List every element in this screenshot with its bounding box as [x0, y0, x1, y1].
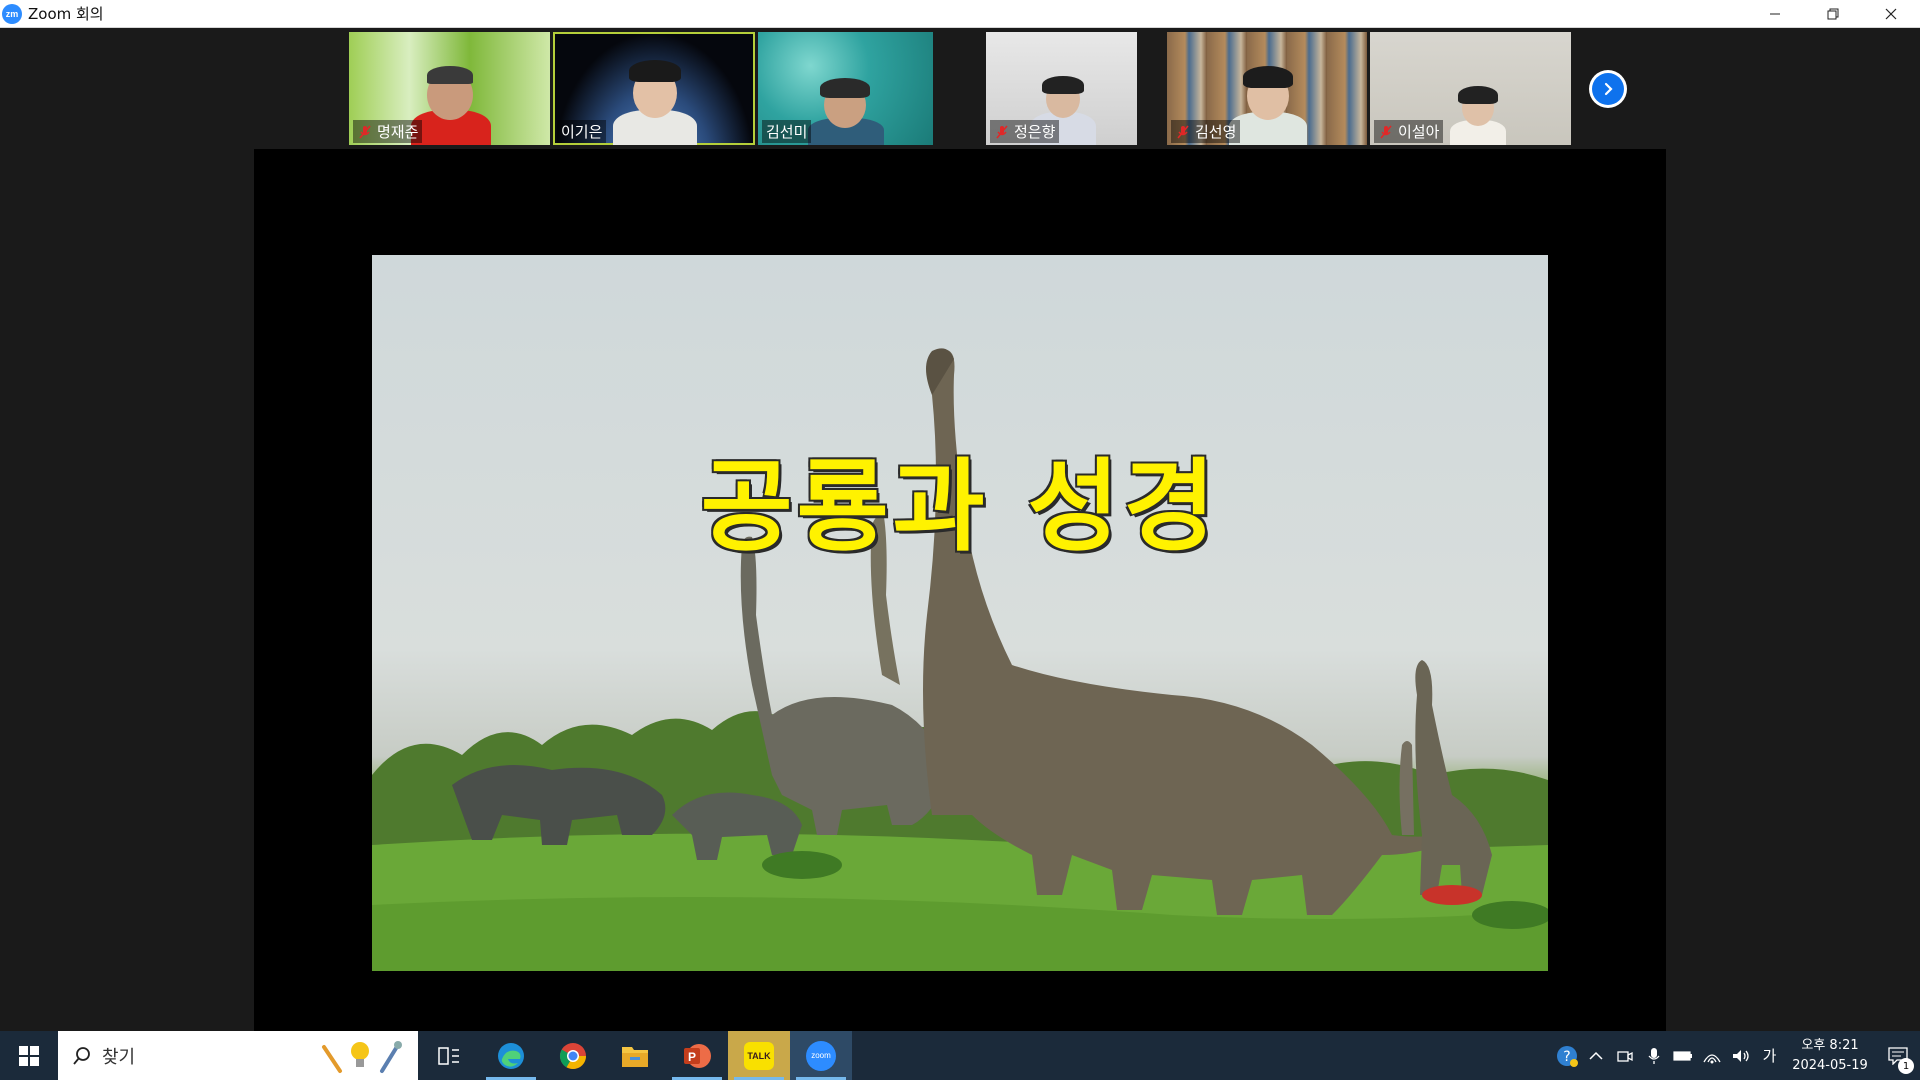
zoom-taskbar-button[interactable]: zoom: [790, 1031, 852, 1080]
participant-name-label: 이설아: [1374, 120, 1444, 143]
restore-icon: [1827, 8, 1839, 20]
camera-icon: [1616, 1050, 1633, 1062]
microphone-icon: [1648, 1047, 1659, 1064]
minimize-button[interactable]: [1746, 0, 1804, 28]
muted-mic-icon: [996, 124, 1008, 139]
participant-tile[interactable]: 김선미: [758, 32, 933, 145]
help-icon: ?: [1556, 1045, 1578, 1067]
restore-button[interactable]: [1804, 0, 1862, 28]
notification-center-button[interactable]: 1: [1876, 1031, 1920, 1080]
help-tray-button[interactable]: ?: [1552, 1031, 1581, 1080]
kakaotalk-icon: TALK: [744, 1041, 774, 1070]
edge-taskbar-button[interactable]: [480, 1031, 542, 1080]
task-view-icon: [438, 1046, 459, 1065]
zoom-label: zoom: [811, 1051, 831, 1060]
clock-date: 2024-05-19: [1792, 1057, 1868, 1073]
zoom-app-icon: zm: [2, 3, 22, 24]
system-tray: ? 가 오후 8:21 2024-05-19 1: [1552, 1031, 1920, 1080]
muted-mic-icon: [1380, 124, 1392, 139]
participant-name-label: 김선영: [1171, 120, 1241, 143]
participant-tile[interactable]: 정은향: [986, 32, 1137, 145]
participant-name: 김선영: [1195, 123, 1237, 141]
battery-icon: [1672, 1050, 1692, 1061]
task-view-button[interactable]: [418, 1031, 480, 1080]
participant-name-label: 명재준: [353, 120, 423, 143]
clock-time: 오후 8:21: [1801, 1037, 1859, 1053]
file-explorer-taskbar-button[interactable]: [604, 1031, 666, 1080]
file-explorer-icon: [622, 1046, 648, 1067]
slide-title: 공룡과 성경: [700, 448, 1220, 565]
participant-name-label: 김선미: [762, 120, 812, 143]
shared-screen: 공룡과 성경: [254, 149, 1666, 1031]
chevron-up-icon: [1588, 1051, 1603, 1060]
wifi-icon: [1702, 1053, 1721, 1063]
notification-count-badge: 1: [1898, 1058, 1914, 1074]
start-button[interactable]: [0, 1031, 58, 1080]
powerpoint-taskbar-button[interactable]: P: [666, 1031, 728, 1080]
windows-logo-icon: [19, 1045, 39, 1066]
svg-text:P: P: [688, 1050, 696, 1064]
participant-name: 이설아: [1398, 123, 1440, 141]
input-method-indicator[interactable]: 가: [1755, 1031, 1784, 1080]
next-page-circle: [1592, 73, 1624, 105]
participant-name: 명재준: [377, 123, 419, 141]
muted-mic-icon: [359, 124, 371, 139]
taskbar-clock[interactable]: 오후 8:21 2024-05-19: [1784, 1031, 1876, 1080]
close-icon: [1885, 8, 1897, 20]
microphone-tray-button[interactable]: [1639, 1031, 1668, 1080]
volume-icon: [1732, 1049, 1749, 1062]
dinosaur-park-image: [372, 348, 1548, 971]
kakaotalk-taskbar-button[interactable]: TALK: [728, 1031, 790, 1080]
participant-tile-active-speaker[interactable]: 이기은: [553, 32, 755, 145]
participant-hair: [1042, 76, 1084, 94]
search-highlight-doodle-icon: [322, 1041, 402, 1073]
window-controls: [1746, 0, 1920, 28]
meeting-area: 명재준 이기은 김선미 정은향 김선영 이설아 공룡과 성경: [0, 28, 1920, 1031]
participant-name: 정은향: [1014, 123, 1056, 141]
muted-mic-icon: [1177, 124, 1189, 139]
search-icon: [73, 1046, 90, 1065]
participant-hair: [1458, 86, 1498, 104]
meet-now-tray-button[interactable]: [1610, 1031, 1639, 1080]
participant-tile[interactable]: 명재준: [349, 32, 550, 145]
window-title: Zoom 회의: [28, 5, 104, 23]
powerpoint-icon: P: [684, 1043, 711, 1068]
search-placeholder: 찾기: [102, 1046, 136, 1068]
participant-hair: [820, 78, 870, 98]
participant-name-label: 정은향: [990, 120, 1060, 143]
kakaotalk-label: TALK: [747, 1050, 771, 1061]
close-button[interactable]: [1862, 0, 1920, 28]
svg-text:?: ?: [1563, 1049, 1570, 1065]
app-icon-text: zm: [5, 8, 19, 19]
edge-icon: [498, 1042, 524, 1069]
volume-tray-button[interactable]: [1726, 1031, 1755, 1080]
window-title-bar: zm Zoom 회의: [0, 0, 1920, 28]
battery-tray-button[interactable]: [1668, 1031, 1697, 1080]
show-hidden-icons-button[interactable]: [1581, 1031, 1610, 1080]
zoom-icon: zoom: [806, 1040, 836, 1071]
windows-taskbar: 찾기 P TALK zoom ? 가 오후 8:21 2024-05-19 1: [0, 1031, 1920, 1080]
participant-hair: [1243, 66, 1293, 88]
chevron-right-icon: [1604, 82, 1613, 96]
participant-name: 김선미: [766, 123, 808, 141]
minimize-icon: [1770, 13, 1780, 15]
participant-tile[interactable]: 이설아: [1370, 32, 1571, 145]
participant-tile[interactable]: 김선영: [1167, 32, 1367, 145]
chrome-taskbar-button[interactable]: [542, 1031, 604, 1080]
participant-name: 이기은: [561, 123, 603, 141]
chrome-icon: [559, 1042, 587, 1069]
taskbar-search-box[interactable]: 찾기: [58, 1031, 418, 1080]
participant-hair: [427, 66, 473, 84]
network-tray-button[interactable]: [1697, 1031, 1726, 1080]
presentation-slide: 공룡과 성경: [372, 255, 1548, 971]
participant-name-label: 이기은: [557, 120, 607, 143]
next-gallery-page-button[interactable]: [1589, 70, 1627, 108]
participant-hair: [629, 60, 681, 82]
